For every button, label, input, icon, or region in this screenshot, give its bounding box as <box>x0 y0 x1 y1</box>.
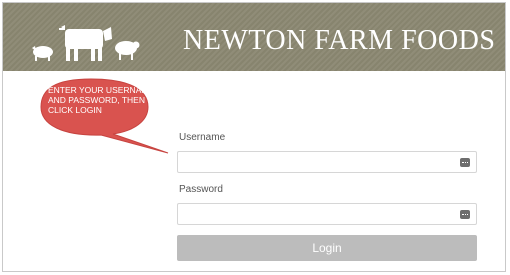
password-input[interactable] <box>182 204 456 226</box>
password-label: Password <box>179 184 223 195</box>
login-form: Username Password Login <box>175 3 479 271</box>
login-window: NEWTON FARM FOODS ENTER YOUR USERNAME AN… <box>2 2 506 272</box>
username-input[interactable] <box>182 152 456 174</box>
username-label: Username <box>179 132 226 143</box>
password-manager-key-icon[interactable] <box>460 210 470 219</box>
callout-text: ENTER YOUR USERNAME AND PASSWORD, THEN C… <box>48 85 155 115</box>
password-field[interactable] <box>177 203 477 226</box>
password-manager-key-icon[interactable] <box>460 158 470 167</box>
username-field[interactable] <box>177 151 477 174</box>
login-button[interactable]: Login <box>177 235 477 261</box>
